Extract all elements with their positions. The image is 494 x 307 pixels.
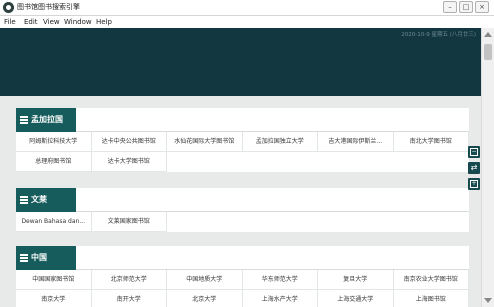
app-icon: [3, 2, 14, 13]
library-link[interactable]: 上海交通大学: [318, 290, 394, 307]
library-link[interactable]: 中国国家图书馆: [16, 270, 92, 290]
library-link[interactable]: 吉大港国际伊斯兰...: [318, 132, 394, 152]
library-link[interactable]: 文莱国家图书馆: [91, 212, 167, 232]
list-icon: [20, 196, 28, 204]
main-content: 孟加拉国 阿姆斯拉科技大学 达卡中央公共图书馆 水仙花国际大学图书馆 孟加拉国独…: [0, 96, 481, 307]
menu-edit[interactable]: Edit: [24, 17, 38, 27]
section-title: 文莱: [31, 195, 47, 204]
section-china: 中国 中国国家图书馆 北京师范大学 中国地质大学 华东师范大学 复旦大学 南京农…: [16, 246, 469, 307]
section-header: 孟加拉国: [16, 108, 469, 132]
window-title: 图书馆图书搜索引擎: [17, 3, 80, 11]
minimize-button[interactable]: –: [443, 1, 457, 13]
library-link[interactable]: 华东师范大学: [242, 270, 318, 290]
header-banner: 2020-10-9 星期五 (八月廿三): [0, 28, 494, 96]
library-grid: Dewan Bahasa dan... 文莱国家图书馆: [16, 212, 469, 232]
library-link[interactable]: 上海图书馆: [393, 290, 469, 307]
library-grid: 阿姆斯拉科技大学 达卡中央公共图书馆 水仙花国际大学图书馆 孟加拉国独立大学 吉…: [16, 132, 469, 172]
maximize-button[interactable]: □: [459, 1, 473, 13]
vertical-scrollbar[interactable]: [481, 28, 494, 307]
menu-help[interactable]: Help: [96, 17, 112, 27]
library-link[interactable]: 南京大学: [16, 290, 92, 307]
shuffle-button[interactable]: ⇄: [468, 162, 480, 174]
datetime-display: 2020-10-9 星期五 (八月廿三): [401, 32, 476, 38]
collapse-button[interactable]: −: [468, 146, 480, 158]
expand-button[interactable]: +: [468, 178, 480, 190]
title-bar: 图书馆图书搜索引擎 – □ ×: [0, 0, 494, 16]
library-link[interactable]: 复旦大学: [318, 270, 394, 290]
scroll-down-icon[interactable]: [484, 298, 492, 303]
section-tab: 中国: [16, 246, 76, 270]
section-header: 文莱: [16, 188, 469, 212]
list-icon: [20, 116, 28, 124]
close-button[interactable]: ×: [475, 1, 489, 13]
library-link[interactable]: 阿姆斯拉科技大学: [16, 132, 92, 152]
section-tab: 孟加拉国: [16, 108, 76, 132]
shuffle-icon: ⇄: [470, 163, 478, 172]
library-link[interactable]: 达卡中央公共图书馆: [91, 132, 167, 152]
library-grid: 中国国家图书馆 北京师范大学 中国地质大学 华东师范大学 复旦大学 南京农业大学…: [16, 270, 469, 307]
section-title: 中国: [31, 253, 47, 262]
section-bangladesh: 孟加拉国 阿姆斯拉科技大学 达卡中央公共图书馆 水仙花国际大学图书馆 孟加拉国独…: [16, 108, 469, 172]
library-link[interactable]: 水仙花国际大学图书馆: [167, 132, 243, 152]
library-link[interactable]: 达卡大学图书馆: [91, 152, 167, 172]
library-link[interactable]: 中国地质大学: [167, 270, 243, 290]
menu-view[interactable]: View: [43, 17, 60, 27]
library-link[interactable]: 孟加拉国独立大学: [242, 132, 318, 152]
menu-file[interactable]: File: [4, 17, 16, 27]
section-tab: 文莱: [16, 188, 76, 212]
library-link[interactable]: 北京大学: [167, 290, 243, 307]
library-link[interactable]: 上海水产大学: [242, 290, 318, 307]
library-link[interactable]: 北京师范大学: [91, 270, 167, 290]
scroll-thumb[interactable]: [484, 44, 492, 60]
library-link[interactable]: Dewan Bahasa dan...: [16, 212, 92, 232]
library-link[interactable]: 南北大学图书馆: [393, 132, 469, 152]
section-title: 孟加拉国: [31, 115, 63, 124]
list-icon: [20, 254, 28, 262]
library-link[interactable]: 南京农业大学图书馆: [393, 270, 469, 290]
library-link[interactable]: 南开大学: [91, 290, 167, 307]
section-brunei: 文莱 Dewan Bahasa dan... 文莱国家图书馆: [16, 188, 469, 232]
section-header: 中国: [16, 246, 469, 270]
scroll-up-icon[interactable]: [484, 32, 492, 37]
menu-window[interactable]: Window: [64, 17, 92, 27]
expand-icon: +: [470, 180, 478, 188]
collapse-icon: −: [470, 148, 478, 156]
library-link[interactable]: 总理府图书馆: [16, 152, 92, 172]
menu-bar: File Edit View Window Help: [0, 16, 494, 28]
